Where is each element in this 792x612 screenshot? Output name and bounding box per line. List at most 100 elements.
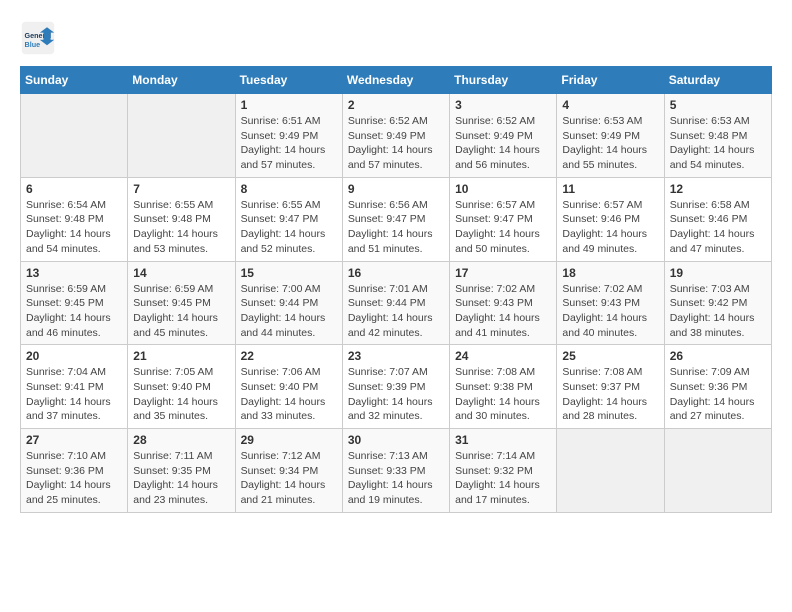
day-cell: 23 Sunrise: 7:07 AM Sunset: 9:39 PM Dayli… (342, 345, 449, 429)
day-number: 16 (348, 266, 444, 280)
day-number: 7 (133, 182, 229, 196)
week-row-4: 20 Sunrise: 7:04 AM Sunset: 9:41 PM Dayli… (21, 345, 772, 429)
day-info: Sunrise: 7:14 AM Sunset: 9:32 PM Dayligh… (455, 449, 551, 508)
day-cell: 3 Sunrise: 6:52 AM Sunset: 9:49 PM Daylig… (450, 94, 557, 178)
day-info: Sunrise: 7:03 AM Sunset: 9:42 PM Dayligh… (670, 282, 766, 341)
day-number: 12 (670, 182, 766, 196)
day-cell: 12 Sunrise: 6:58 AM Sunset: 9:46 PM Dayli… (664, 177, 771, 261)
day-info: Sunrise: 7:02 AM Sunset: 9:43 PM Dayligh… (455, 282, 551, 341)
day-info: Sunrise: 7:08 AM Sunset: 9:37 PM Dayligh… (562, 365, 658, 424)
day-cell: 5Sunrise: 6:53 AM Sunset: 9:48 PM Daylig… (664, 94, 771, 178)
day-cell: 27 Sunrise: 7:10 AM Sunset: 9:36 PM Dayli… (21, 429, 128, 513)
day-cell: 20 Sunrise: 7:04 AM Sunset: 9:41 PM Dayli… (21, 345, 128, 429)
week-row-5: 27 Sunrise: 7:10 AM Sunset: 9:36 PM Dayli… (21, 429, 772, 513)
day-cell: 11 Sunrise: 6:57 AM Sunset: 9:46 PM Dayli… (557, 177, 664, 261)
day-cell: 2Sunrise: 6:52 AM Sunset: 9:49 PM Daylig… (342, 94, 449, 178)
day-cell: 24 Sunrise: 7:08 AM Sunset: 9:38 PM Dayli… (450, 345, 557, 429)
day-info: Sunrise: 7:05 AM Sunset: 9:40 PM Dayligh… (133, 365, 229, 424)
weekday-header-friday: Friday (557, 67, 664, 94)
weekday-header-tuesday: Tuesday (235, 67, 342, 94)
weekday-header-monday: Monday (128, 67, 235, 94)
day-info: Sunrise: 7:11 AM Sunset: 9:35 PM Dayligh… (133, 449, 229, 508)
day-cell: 17 Sunrise: 7:02 AM Sunset: 9:43 PM Dayli… (450, 261, 557, 345)
day-cell (128, 94, 235, 178)
day-info: Sunrise: 7:04 AM Sunset: 9:41 PM Dayligh… (26, 365, 122, 424)
day-info: Sunrise: 6:57 AM Sunset: 9:47 PM Dayligh… (455, 198, 551, 257)
day-cell: 21 Sunrise: 7:05 AM Sunset: 9:40 PM Dayli… (128, 345, 235, 429)
day-cell: 18 Sunrise: 7:02 AM Sunset: 9:43 PM Dayli… (557, 261, 664, 345)
day-info: Sunrise: 6:55 AM Sunset: 9:47 PM Dayligh… (241, 198, 337, 257)
day-number: 27 (26, 433, 122, 447)
day-number: 10 (455, 182, 551, 196)
day-number: 3 (455, 98, 551, 112)
day-info: Sunrise: 7:12 AM Sunset: 9:34 PM Dayligh… (241, 449, 337, 508)
week-row-3: 13 Sunrise: 6:59 AM Sunset: 9:45 PM Dayli… (21, 261, 772, 345)
day-cell: 26 Sunrise: 7:09 AM Sunset: 9:36 PM Dayli… (664, 345, 771, 429)
day-info: Sunrise: 7:00 AM Sunset: 9:44 PM Dayligh… (241, 282, 337, 341)
day-number: 29 (241, 433, 337, 447)
day-number: 8 (241, 182, 337, 196)
day-number: 26 (670, 349, 766, 363)
day-cell: 6 Sunrise: 6:54 AM Sunset: 9:48 PM Daylig… (21, 177, 128, 261)
day-cell: 8 Sunrise: 6:55 AM Sunset: 9:47 PM Daylig… (235, 177, 342, 261)
day-cell: 1 Sunrise: 6:51 AM Sunset: 9:49 PM Daylig… (235, 94, 342, 178)
logo-icon: General Blue (20, 20, 56, 56)
day-cell: 13 Sunrise: 6:59 AM Sunset: 9:45 PM Dayli… (21, 261, 128, 345)
weekday-header-row: SundayMondayTuesdayWednesdayThursdayFrid… (21, 67, 772, 94)
day-cell: 16 Sunrise: 7:01 AM Sunset: 9:44 PM Dayli… (342, 261, 449, 345)
day-info: Sunrise: 7:02 AM Sunset: 9:43 PM Dayligh… (562, 282, 658, 341)
day-info: Sunrise: 7:08 AM Sunset: 9:38 PM Dayligh… (455, 365, 551, 424)
day-number: 14 (133, 266, 229, 280)
day-cell: 9Sunrise: 6:56 AM Sunset: 9:47 PM Daylig… (342, 177, 449, 261)
day-info: Sunrise: 7:01 AM Sunset: 9:44 PM Dayligh… (348, 282, 444, 341)
day-number: 19 (670, 266, 766, 280)
day-info: Sunrise: 6:52 AM Sunset: 9:49 PM Dayligh… (455, 114, 551, 173)
svg-text:Blue: Blue (25, 40, 41, 49)
day-number: 28 (133, 433, 229, 447)
day-number: 24 (455, 349, 551, 363)
day-cell: 31 Sunrise: 7:14 AM Sunset: 9:32 PM Dayli… (450, 429, 557, 513)
day-info: Sunrise: 7:06 AM Sunset: 9:40 PM Dayligh… (241, 365, 337, 424)
weekday-header-saturday: Saturday (664, 67, 771, 94)
day-info: Sunrise: 7:13 AM Sunset: 9:33 PM Dayligh… (348, 449, 444, 508)
page-header: General Blue (20, 20, 772, 56)
weekday-header-thursday: Thursday (450, 67, 557, 94)
day-number: 11 (562, 182, 658, 196)
day-number: 21 (133, 349, 229, 363)
day-cell: 29 Sunrise: 7:12 AM Sunset: 9:34 PM Dayli… (235, 429, 342, 513)
weekday-header-wednesday: Wednesday (342, 67, 449, 94)
day-cell: 15 Sunrise: 7:00 AM Sunset: 9:44 PM Dayli… (235, 261, 342, 345)
day-number: 6 (26, 182, 122, 196)
day-cell: 14 Sunrise: 6:59 AM Sunset: 9:45 PM Dayli… (128, 261, 235, 345)
day-info: Sunrise: 6:59 AM Sunset: 9:45 PM Dayligh… (133, 282, 229, 341)
day-number: 31 (455, 433, 551, 447)
day-info: Sunrise: 6:57 AM Sunset: 9:46 PM Dayligh… (562, 198, 658, 257)
day-number: 22 (241, 349, 337, 363)
day-number: 1 (241, 98, 337, 112)
day-info: Sunrise: 6:53 AM Sunset: 9:48 PM Dayligh… (670, 114, 766, 173)
day-info: Sunrise: 6:55 AM Sunset: 9:48 PM Dayligh… (133, 198, 229, 257)
day-cell (557, 429, 664, 513)
day-cell: 10 Sunrise: 6:57 AM Sunset: 9:47 PM Dayli… (450, 177, 557, 261)
day-cell: 28 Sunrise: 7:11 AM Sunset: 9:35 PM Dayli… (128, 429, 235, 513)
day-info: Sunrise: 6:54 AM Sunset: 9:48 PM Dayligh… (26, 198, 122, 257)
day-info: Sunrise: 7:07 AM Sunset: 9:39 PM Dayligh… (348, 365, 444, 424)
day-cell: 19 Sunrise: 7:03 AM Sunset: 9:42 PM Dayli… (664, 261, 771, 345)
day-number: 18 (562, 266, 658, 280)
day-info: Sunrise: 6:58 AM Sunset: 9:46 PM Dayligh… (670, 198, 766, 257)
day-number: 4 (562, 98, 658, 112)
day-info: Sunrise: 6:59 AM Sunset: 9:45 PM Dayligh… (26, 282, 122, 341)
weekday-header-sunday: Sunday (21, 67, 128, 94)
day-number: 15 (241, 266, 337, 280)
day-info: Sunrise: 7:10 AM Sunset: 9:36 PM Dayligh… (26, 449, 122, 508)
day-info: Sunrise: 7:09 AM Sunset: 9:36 PM Dayligh… (670, 365, 766, 424)
day-number: 20 (26, 349, 122, 363)
day-number: 17 (455, 266, 551, 280)
day-number: 13 (26, 266, 122, 280)
day-info: Sunrise: 6:52 AM Sunset: 9:49 PM Dayligh… (348, 114, 444, 173)
day-info: Sunrise: 6:51 AM Sunset: 9:49 PM Dayligh… (241, 114, 337, 173)
day-info: Sunrise: 6:53 AM Sunset: 9:49 PM Dayligh… (562, 114, 658, 173)
day-cell: 7 Sunrise: 6:55 AM Sunset: 9:48 PM Daylig… (128, 177, 235, 261)
day-number: 23 (348, 349, 444, 363)
week-row-1: 1 Sunrise: 6:51 AM Sunset: 9:49 PM Daylig… (21, 94, 772, 178)
